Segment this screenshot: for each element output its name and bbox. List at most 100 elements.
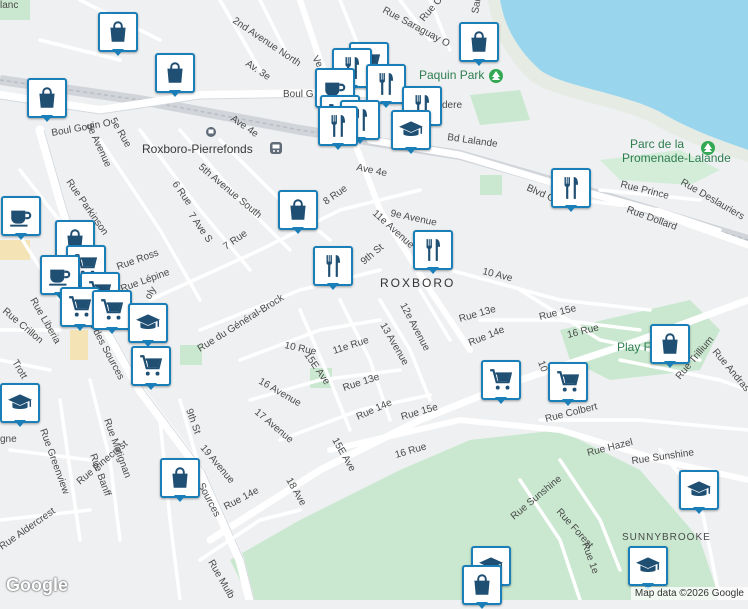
street-label: Av. 3e bbox=[243, 58, 272, 83]
marker-pointer bbox=[405, 147, 417, 154]
shopping-bag-icon bbox=[98, 12, 138, 52]
map-marker-grocery[interactable] bbox=[481, 360, 521, 404]
shopping-cart-icon bbox=[548, 362, 588, 402]
street-label: 7 Rue bbox=[221, 228, 250, 253]
shopping-bag-icon bbox=[462, 565, 502, 605]
graduation-cap-icon bbox=[0, 383, 40, 423]
street-label: Rue Ch bbox=[418, 0, 448, 24]
marker-pointer bbox=[664, 361, 676, 368]
street-label: 5e Rue bbox=[107, 116, 133, 150]
street-label: Rue du Général-Brock bbox=[196, 292, 287, 355]
graduation-cap-icon bbox=[128, 303, 168, 343]
street-label: Rue Mulb bbox=[205, 558, 236, 600]
street-label: 12e Avenue bbox=[397, 301, 432, 353]
street-label: gne bbox=[0, 434, 17, 445]
street-label: 16 Avenue bbox=[257, 376, 304, 409]
map-marker-shopping[interactable] bbox=[459, 22, 499, 66]
park-paquin bbox=[470, 90, 530, 125]
street-label: Boul Gouin O bbox=[51, 118, 112, 139]
map-marker-restaurant[interactable] bbox=[413, 230, 453, 274]
map-marker-restaurant[interactable] bbox=[551, 168, 591, 212]
street-label: Rue Ross bbox=[115, 247, 160, 272]
street-label: oly bbox=[143, 285, 159, 302]
street-label: Rue 14e bbox=[467, 324, 507, 349]
street-label: 17 Avenue bbox=[252, 407, 295, 446]
marker-pointer bbox=[74, 324, 86, 331]
marker-pointer bbox=[327, 283, 339, 290]
map-marker-school[interactable] bbox=[0, 383, 40, 427]
area-label-sunnybrooke: SUNNYBROOKE bbox=[622, 532, 711, 543]
shopping-cart-icon bbox=[92, 290, 132, 330]
marker-pointer bbox=[380, 101, 392, 108]
map-marker-shopping[interactable] bbox=[462, 565, 502, 609]
map-marker-restaurant[interactable] bbox=[318, 106, 358, 150]
street-label: 8 Rue bbox=[321, 183, 350, 208]
map-marker-school[interactable] bbox=[128, 303, 168, 347]
street-label: 7 Ave S bbox=[186, 210, 215, 245]
map-marker-restaurant[interactable] bbox=[313, 246, 353, 290]
marker-pointer bbox=[473, 59, 485, 66]
map-marker-shopping[interactable] bbox=[155, 53, 195, 97]
street-label: 9th St bbox=[359, 242, 386, 267]
marker-pointer bbox=[565, 205, 577, 212]
marker-pointer bbox=[14, 420, 26, 427]
marker-pointer bbox=[41, 115, 53, 122]
marker-pointer bbox=[174, 495, 186, 502]
map-marker-grocery[interactable] bbox=[131, 346, 171, 390]
place-label-roxboro-pierrefonds: Roxboro-Pierrefonds bbox=[142, 142, 253, 156]
map-marker-cafe[interactable] bbox=[1, 196, 41, 240]
park-tree-icon bbox=[489, 69, 503, 83]
street-label: Boul G bbox=[283, 89, 314, 100]
fork-knife-icon bbox=[366, 64, 406, 104]
fork-knife-icon bbox=[313, 246, 353, 286]
street-label: 11e Rue bbox=[332, 335, 371, 357]
map-marker-shopping[interactable] bbox=[160, 458, 200, 502]
area-label-roxboro: ROXBORO bbox=[380, 276, 455, 290]
street-label: Trott bbox=[9, 358, 29, 381]
map-marker-school[interactable] bbox=[391, 110, 431, 154]
marker-pointer bbox=[15, 233, 27, 240]
street-label: Rue Aldercrest bbox=[0, 506, 58, 553]
street-label: Sara bbox=[470, 0, 485, 15]
place-label-paquin-park: Paquin Park bbox=[419, 68, 485, 82]
street-label: 6 Rue bbox=[170, 179, 195, 208]
street-label: dere bbox=[442, 100, 462, 111]
shopping-bag-icon bbox=[278, 190, 318, 230]
place-label-lalande-1: Parc de la bbox=[630, 137, 684, 151]
street-label: Ave 4e bbox=[355, 162, 388, 179]
shopping-cart-icon bbox=[131, 346, 171, 386]
street-label: Rue Andras bbox=[710, 347, 748, 394]
marker-pointer bbox=[476, 602, 488, 609]
graduation-cap-icon bbox=[628, 546, 668, 586]
google-logo: Google bbox=[6, 575, 68, 595]
marker-pointer bbox=[562, 399, 574, 406]
street-label: Bd Lalande bbox=[447, 132, 499, 150]
shopping-bag-icon bbox=[160, 458, 200, 498]
map-marker-restaurant[interactable] bbox=[366, 64, 406, 108]
map-marker-grocery[interactable] bbox=[92, 290, 132, 334]
marker-pointer bbox=[145, 383, 157, 390]
marker-pointer bbox=[169, 90, 181, 97]
street-label: 16 Rue bbox=[394, 441, 428, 461]
map-marker-school[interactable] bbox=[679, 470, 719, 514]
map-marker-shopping[interactable] bbox=[650, 324, 690, 368]
fork-knife-icon bbox=[551, 168, 591, 208]
map-marker-grocery[interactable] bbox=[548, 362, 588, 406]
map-attribution: Map data ©2026 Google bbox=[630, 587, 748, 600]
map-marker-shopping[interactable] bbox=[278, 190, 318, 234]
street-label: 5th Avenue South bbox=[196, 162, 263, 221]
marker-pointer bbox=[693, 507, 705, 514]
bus-stop-icon bbox=[206, 127, 216, 137]
place-label-blanc: lanc bbox=[0, 0, 18, 11]
marker-pointer bbox=[427, 267, 439, 274]
park-tree-icon bbox=[701, 141, 715, 155]
graduation-cap-icon bbox=[679, 470, 719, 510]
graduation-cap-icon bbox=[391, 110, 431, 150]
map-marker-shopping[interactable] bbox=[98, 12, 138, 56]
fork-knife-icon bbox=[318, 106, 358, 146]
marker-pointer bbox=[112, 49, 124, 56]
map-marker-shopping[interactable] bbox=[27, 78, 67, 122]
shopping-bag-icon bbox=[459, 22, 499, 62]
map-marker-school[interactable] bbox=[628, 546, 668, 590]
train-station-icon bbox=[270, 142, 282, 154]
